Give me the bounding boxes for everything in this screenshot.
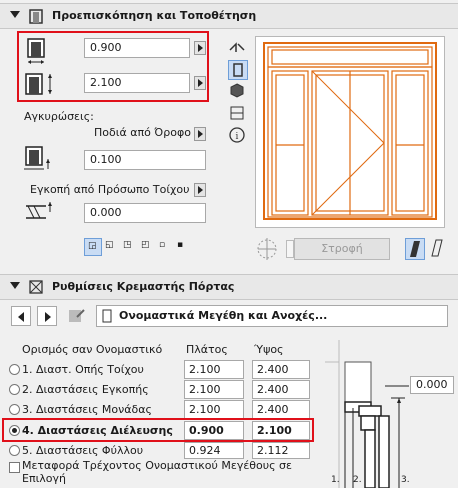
reveal-dropdown[interactable]: Εγκοπή από Πρόσωπο Τοίχου bbox=[30, 183, 190, 196]
preview-view-toolbar: i bbox=[228, 38, 248, 148]
door-section-diagram: 1. 2. 3. bbox=[325, 340, 410, 488]
nominal-row[interactable]: 5. Διαστάσεις Φύλλου 0.924 2.112 bbox=[0, 442, 310, 460]
row-width-value[interactable]: 0.924 bbox=[184, 442, 244, 459]
nominal-radio[interactable] bbox=[9, 404, 20, 415]
rotate-angle-input[interactable] bbox=[286, 240, 294, 258]
door-elevation-preview bbox=[263, 42, 437, 220]
reveal-value-input[interactable]: 0.000 bbox=[84, 203, 206, 223]
height-input[interactable]: 2.100 bbox=[84, 73, 190, 93]
nominal-radio[interactable] bbox=[9, 364, 20, 375]
section-title: Ρυθμίσεις Κρεμαστής Πόρτας bbox=[52, 280, 235, 293]
prev-button[interactable] bbox=[11, 306, 31, 326]
nominal-radio[interactable] bbox=[9, 425, 20, 436]
transfer-checkbox[interactable] bbox=[9, 462, 20, 473]
rotate-angle-icon bbox=[257, 238, 277, 260]
nominal-row[interactable]: 3. Διαστάσεις Μονάδας 2.100 2.400 bbox=[0, 400, 310, 420]
row-width-value[interactable]: 0.900 bbox=[184, 421, 244, 440]
width-input[interactable]: 0.900 bbox=[84, 38, 190, 58]
door-small-icon bbox=[102, 309, 112, 323]
row-label: 3. Διαστάσεις Μονάδας bbox=[22, 403, 152, 416]
plan-view-icon[interactable] bbox=[228, 38, 246, 56]
diagram-label-1: 1. bbox=[331, 475, 340, 485]
collapse-triangle-icon[interactable] bbox=[10, 282, 20, 289]
anchor-point-top-icon[interactable]: ◰ bbox=[138, 238, 156, 256]
3d-view-icon[interactable] bbox=[228, 82, 246, 100]
door-height-icon bbox=[25, 73, 52, 95]
anchor-value-input[interactable]: 0.100 bbox=[84, 150, 206, 170]
row-label: 1. Διαστ. Οπής Τοίχου bbox=[22, 363, 144, 376]
section-view-icon[interactable] bbox=[228, 104, 246, 122]
row-width-value[interactable]: 2.100 bbox=[184, 380, 244, 399]
anchor-point-right-icon[interactable]: ◳ bbox=[120, 238, 138, 256]
anchor-point-bottom-icon[interactable]: ▫ bbox=[156, 238, 174, 256]
anchor-dropdown-arrow[interactable] bbox=[194, 127, 206, 141]
anchor-point-center-icon[interactable]: ◱ bbox=[102, 238, 120, 256]
nominal-row[interactable]: 2. Διαστάσεις Εγκοπής 2.100 2.400 bbox=[0, 380, 310, 400]
side-offset-input[interactable]: 0.000 bbox=[410, 376, 454, 394]
nominal-radio[interactable] bbox=[9, 384, 20, 395]
anchor-dropdown[interactable]: Ποδιά από Όροφο 0 bbox=[94, 126, 201, 139]
row-label: 2. Διαστάσεις Εγκοπής bbox=[22, 383, 149, 396]
row-height-value[interactable]: 2.100 bbox=[252, 421, 310, 440]
row-height-value[interactable]: 2.400 bbox=[252, 380, 310, 399]
mirror-right-icon[interactable] bbox=[428, 238, 446, 258]
diagram-label-2: 2. bbox=[353, 475, 362, 485]
next-button[interactable] bbox=[37, 306, 57, 326]
section-title: Προεπισκόπηση και Τοποθέτηση bbox=[52, 9, 257, 22]
nominal-dropdown-label: Ονομαστικά Μεγέθη και Ανοχές... bbox=[119, 309, 328, 322]
info-icon[interactable]: i bbox=[228, 126, 246, 144]
height-header: Ύψος bbox=[254, 343, 284, 356]
anchor-point-buttons: ◲ ◱ ◳ ◰ ▫ ▪ bbox=[84, 238, 194, 256]
anchors-label: Αγκυρώσεις: bbox=[24, 110, 94, 123]
row-label: 4. Διαστάσεις Διέλευσης bbox=[22, 424, 173, 437]
rotate-button-label: Στροφή bbox=[321, 242, 363, 255]
width-arrow-button[interactable] bbox=[194, 41, 206, 55]
row-label: 5. Διαστάσεις Φύλλου bbox=[22, 444, 144, 457]
reveal-dropdown-arrow[interactable] bbox=[194, 183, 206, 197]
sill-anchor-icon bbox=[24, 146, 50, 170]
rotate-button[interactable]: Στροφή bbox=[294, 238, 390, 260]
diagram-label-3: 3. bbox=[401, 475, 410, 485]
row-height-value[interactable]: 2.400 bbox=[252, 360, 310, 379]
row-width-value[interactable]: 2.100 bbox=[184, 400, 244, 419]
width-header: Πλάτος bbox=[186, 343, 228, 356]
nominal-radio[interactable] bbox=[9, 445, 20, 456]
height-arrow-button[interactable] bbox=[194, 76, 206, 90]
nominal-dropdown[interactable]: Ονομαστικά Μεγέθη και Ανοχές... bbox=[96, 305, 448, 327]
nominal-row[interactable]: 1. Διαστ. Οπής Τοίχου 2.100 2.400 bbox=[0, 360, 310, 380]
transfer-label: Μεταφορά Τρέχοντος Ονομαστικού Μεγέθους … bbox=[22, 459, 292, 485]
nominal-row-selected[interactable]: 4. Διαστάσεις Διέλευσης 0.900 2.100 bbox=[0, 421, 310, 441]
mirror-left-icon[interactable] bbox=[405, 238, 425, 260]
wall-reveal-icon bbox=[26, 202, 52, 219]
nominal-header: Ορισμός σαν Ονομαστικό bbox=[22, 343, 163, 356]
settings-edit-icon[interactable] bbox=[67, 307, 87, 325]
elevation-view-icon[interactable] bbox=[228, 60, 248, 80]
door-settings-icon bbox=[29, 280, 43, 294]
section-header-preview[interactable]: Προεπισκόπηση και Τοποθέτηση bbox=[0, 3, 458, 29]
anchor-point-left-icon[interactable]: ◲ bbox=[84, 238, 102, 256]
svg-text:i: i bbox=[236, 132, 239, 142]
collapse-triangle-icon[interactable] bbox=[10, 11, 20, 18]
anchor-point-custom-icon[interactable]: ▪ bbox=[174, 238, 192, 256]
door-placement-icon bbox=[29, 9, 43, 24]
row-height-value[interactable]: 2.112 bbox=[252, 442, 310, 459]
door-preview-panel bbox=[255, 36, 445, 228]
section-header-door-settings[interactable]: Ρυθμίσεις Κρεμαστής Πόρτας bbox=[0, 274, 458, 300]
row-height-value[interactable]: 2.400 bbox=[252, 400, 310, 419]
door-width-icon bbox=[27, 38, 45, 64]
row-width-value[interactable]: 2.100 bbox=[184, 360, 244, 379]
